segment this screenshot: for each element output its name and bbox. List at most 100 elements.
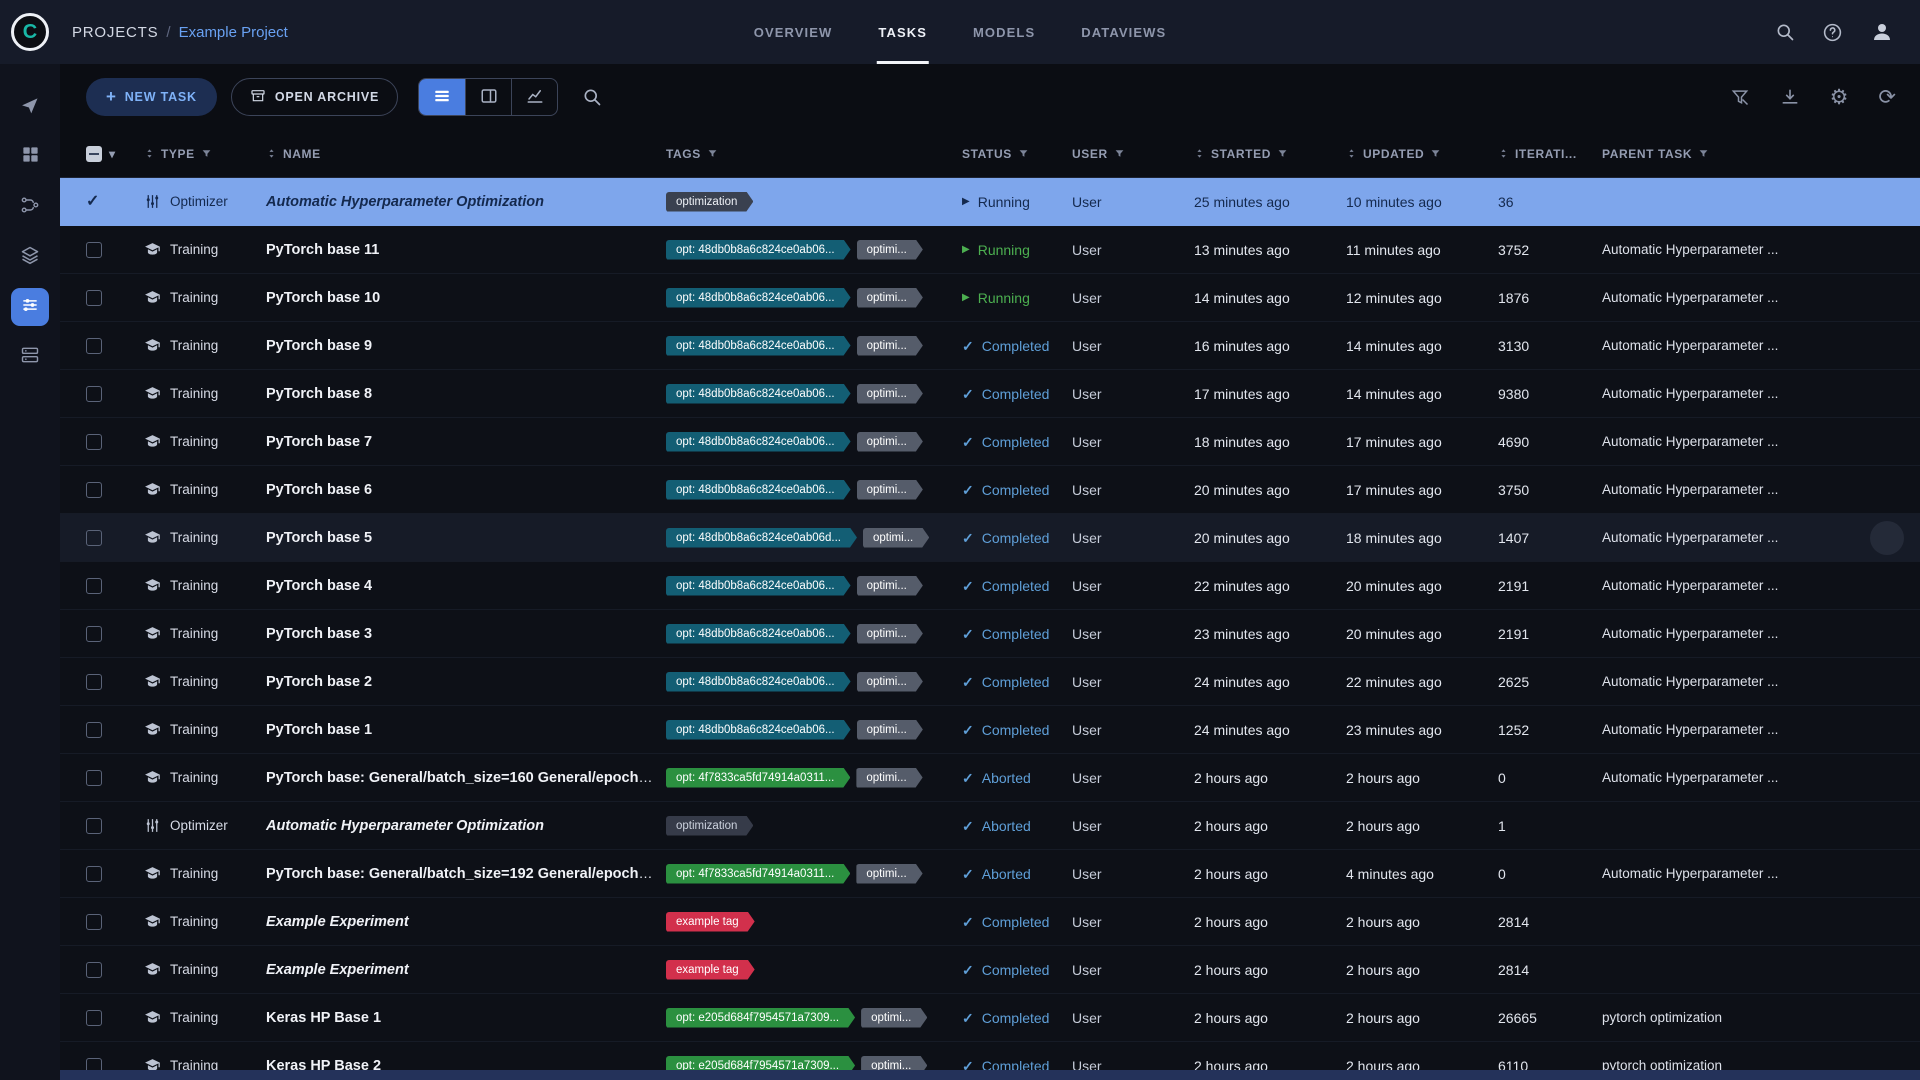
tab-models[interactable]: MODELS — [971, 0, 1037, 64]
column-header-name[interactable]: NAME — [258, 147, 658, 161]
task-row[interactable]: TrainingPyTorch base 9opt: 48db0b8a6c824… — [60, 322, 1920, 370]
task-row[interactable]: TrainingPyTorch base 8opt: 48db0b8a6c824… — [60, 370, 1920, 418]
task-name[interactable]: PyTorch base 6 — [266, 482, 372, 498]
filter-icon[interactable] — [707, 148, 718, 159]
task-row[interactable]: TrainingPyTorch base: General/batch_size… — [60, 754, 1920, 802]
sidebar-item-projects[interactable] — [11, 138, 49, 176]
column-header-updated[interactable]: UPDATED — [1338, 147, 1490, 161]
task-row[interactable]: TrainingPyTorch base 7opt: 48db0b8a6c824… — [60, 418, 1920, 466]
tab-dataviews[interactable]: DATAVIEWS — [1079, 0, 1168, 64]
column-header-parent[interactable]: PARENT TASK — [1594, 147, 1920, 161]
breadcrumb-projects[interactable]: PROJECTS — [72, 24, 158, 41]
task-row[interactable]: TrainingPyTorch base 2opt: 48db0b8a6c824… — [60, 658, 1920, 706]
task-name[interactable]: Keras HP Base 2 — [266, 1058, 381, 1070]
filter-icon[interactable] — [1018, 148, 1029, 159]
filter-icon[interactable] — [1277, 148, 1288, 159]
row-checkbox[interactable] — [86, 818, 102, 834]
task-row[interactable]: TrainingPyTorch base 3opt: 48db0b8a6c824… — [60, 610, 1920, 658]
row-checkbox[interactable] — [86, 482, 102, 498]
task-row[interactable]: TrainingKeras HP Base 2opt: e205d684f795… — [60, 1042, 1920, 1070]
task-name[interactable]: PyTorch base 4 — [266, 578, 372, 594]
row-checkbox-checked[interactable]: ✓ — [86, 193, 99, 210]
row-checkbox[interactable] — [86, 1058, 102, 1070]
tab-tasks[interactable]: TASKS — [876, 0, 929, 64]
row-checkbox[interactable] — [86, 290, 102, 306]
column-header-type[interactable]: TYPE — [136, 147, 258, 161]
row-checkbox[interactable] — [86, 722, 102, 738]
row-checkbox[interactable] — [86, 674, 102, 690]
task-name[interactable]: PyTorch base 11 — [266, 242, 379, 258]
row-checkbox[interactable] — [86, 962, 102, 978]
sidebar-item-pipelines[interactable] — [11, 188, 49, 226]
row-checkbox[interactable] — [86, 770, 102, 786]
column-header-started[interactable]: STARTED — [1186, 147, 1338, 161]
task-name[interactable]: Example Experiment — [266, 914, 409, 930]
horizontal-scrollbar[interactable] — [60, 1070, 1920, 1080]
download-icon[interactable] — [1780, 87, 1800, 107]
help-icon[interactable] — [1822, 22, 1843, 43]
settings-gear-icon[interactable]: ⚙ — [1830, 87, 1849, 108]
task-row[interactable]: TrainingPyTorch base 6opt: 48db0b8a6c824… — [60, 466, 1920, 514]
filter-icon[interactable] — [1114, 148, 1125, 159]
row-checkbox[interactable] — [86, 530, 102, 546]
task-name[interactable]: PyTorch base 7 — [266, 434, 372, 450]
task-name[interactable]: Automatic Hyperparameter Optimization — [266, 194, 544, 210]
row-checkbox[interactable] — [86, 578, 102, 594]
task-name[interactable]: PyTorch base 5 — [266, 530, 372, 546]
task-row[interactable]: TrainingKeras HP Base 1opt: e205d684f795… — [60, 994, 1920, 1042]
clearml-logo[interactable]: C — [11, 13, 49, 51]
task-row[interactable]: TrainingPyTorch base 4opt: 48db0b8a6c824… — [60, 562, 1920, 610]
task-row[interactable]: TrainingPyTorch base: General/batch_size… — [60, 850, 1920, 898]
sort-icon[interactable] — [1194, 148, 1205, 159]
row-checkbox[interactable] — [86, 338, 102, 354]
column-header-tags[interactable]: TAGS — [658, 147, 954, 161]
new-task-button[interactable]: + NEW TASK — [86, 78, 217, 116]
search-icon[interactable] — [1775, 22, 1795, 42]
tab-overview[interactable]: OVERVIEW — [752, 0, 835, 64]
task-name[interactable]: Example Experiment — [266, 962, 409, 978]
task-name[interactable]: PyTorch base: General/batch_size=160 Gen… — [266, 769, 658, 786]
task-name[interactable]: PyTorch base 8 — [266, 386, 372, 402]
sidebar-item-datasets[interactable] — [11, 238, 49, 276]
task-row[interactable]: TrainingPyTorch base 10opt: 48db0b8a6c82… — [60, 274, 1920, 322]
row-checkbox[interactable] — [86, 242, 102, 258]
sort-icon[interactable] — [144, 148, 155, 159]
column-header-status[interactable]: STATUS — [954, 147, 1064, 161]
filter-icon[interactable] — [201, 148, 212, 159]
row-checkbox[interactable] — [86, 866, 102, 882]
split-view-button[interactable] — [465, 79, 511, 115]
table-view-button[interactable] — [419, 79, 465, 115]
row-checkbox[interactable] — [86, 434, 102, 450]
column-header-user[interactable]: USER — [1064, 147, 1186, 161]
task-name[interactable]: PyTorch base 2 — [266, 674, 372, 690]
scroll-indicator[interactable] — [1870, 521, 1904, 555]
user-avatar[interactable] — [1870, 20, 1894, 44]
sort-icon[interactable] — [1498, 148, 1509, 159]
task-name[interactable]: PyTorch base 3 — [266, 626, 372, 642]
row-checkbox[interactable] — [86, 1010, 102, 1026]
task-row[interactable]: ✓OptimizerAutomatic Hyperparameter Optim… — [60, 178, 1920, 226]
task-row[interactable]: TrainingPyTorch base 11opt: 48db0b8a6c82… — [60, 226, 1920, 274]
column-header-iterations[interactable]: ITERATI... — [1490, 147, 1594, 161]
task-row[interactable]: TrainingExample Experimentexample tag✓Co… — [60, 898, 1920, 946]
sidebar-item-workers-queues[interactable] — [11, 338, 49, 376]
task-name[interactable]: Automatic Hyperparameter Optimization — [266, 818, 544, 834]
table-search-icon[interactable] — [582, 87, 602, 107]
row-checkbox[interactable] — [86, 626, 102, 642]
task-name[interactable]: PyTorch base 1 — [266, 722, 372, 738]
sort-icon[interactable] — [266, 148, 277, 159]
open-archive-button[interactable]: OPEN ARCHIVE — [231, 78, 398, 116]
task-row[interactable]: TrainingExample Experimentexample tag✓Co… — [60, 946, 1920, 994]
task-name[interactable]: Keras HP Base 1 — [266, 1010, 381, 1026]
clear-filters-icon[interactable] — [1730, 87, 1750, 107]
select-all-caret-icon[interactable]: ▾ — [109, 147, 116, 161]
row-checkbox[interactable] — [86, 386, 102, 402]
filter-icon[interactable] — [1430, 148, 1441, 159]
task-row[interactable]: TrainingPyTorch base 1opt: 48db0b8a6c824… — [60, 706, 1920, 754]
select-all-checkbox[interactable] — [86, 146, 102, 162]
chart-view-button[interactable] — [511, 79, 557, 115]
auto-refresh-icon[interactable]: ⟳ — [1878, 87, 1896, 108]
filter-icon[interactable] — [1698, 148, 1709, 159]
task-row[interactable]: OptimizerAutomatic Hyperparameter Optimi… — [60, 802, 1920, 850]
task-name[interactable]: PyTorch base 9 — [266, 338, 372, 354]
